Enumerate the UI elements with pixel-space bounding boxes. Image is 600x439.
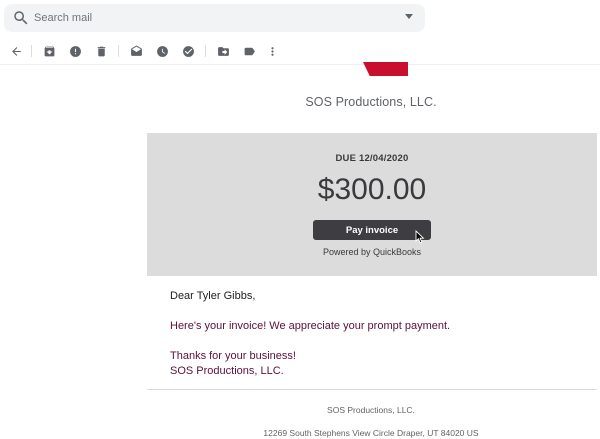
invoice-panel: DUE 12/04/2020 $300.00 Pay invoice Power… bbox=[147, 133, 597, 276]
signature: SOS Productions, LLC. bbox=[170, 365, 284, 377]
invoice-amount: $300.00 bbox=[317, 173, 427, 206]
email-message: Dear Tyler Gibbs, Here's your invoice! W… bbox=[170, 289, 590, 379]
back-arrow-icon[interactable] bbox=[7, 42, 25, 60]
search-input[interactable] bbox=[34, 8, 394, 28]
label-icon[interactable] bbox=[240, 42, 258, 60]
company-header: SOS Productions, LLC. bbox=[305, 95, 437, 109]
search-options-caret-down-icon[interactable] bbox=[405, 14, 413, 19]
toolbar-divider bbox=[0, 64, 600, 65]
pay-invoice-button[interactable]: Pay invoice bbox=[313, 220, 431, 240]
closing: Thanks for your business! bbox=[170, 350, 296, 362]
search-icon[interactable] bbox=[12, 9, 30, 27]
footer-company: SOS Productions, LLC. bbox=[327, 405, 415, 415]
toolbar-separator bbox=[31, 45, 32, 57]
snooze-icon[interactable] bbox=[153, 42, 171, 60]
toolbar-separator bbox=[118, 45, 119, 57]
add-task-icon[interactable] bbox=[179, 42, 197, 60]
message-toolbar bbox=[0, 38, 600, 64]
powered-by-text: Powered by QuickBooks bbox=[322, 247, 422, 257]
footer-address: 12269 South Stephens View Circle Draper,… bbox=[263, 428, 479, 438]
message-body: Here's your invoice! We appreciate your … bbox=[170, 320, 451, 332]
company-logo-icon bbox=[363, 62, 408, 76]
footer-divider bbox=[147, 389, 597, 390]
archive-icon[interactable] bbox=[40, 42, 58, 60]
more-vert-icon[interactable] bbox=[263, 42, 281, 60]
greeting: Dear Tyler Gibbs, bbox=[170, 290, 256, 302]
mark-unread-icon[interactable] bbox=[127, 42, 145, 60]
move-to-folder-icon[interactable] bbox=[214, 42, 232, 60]
report-spam-icon[interactable] bbox=[66, 42, 84, 60]
due-date: DUE 12/04/2020 bbox=[335, 153, 409, 164]
toolbar-separator bbox=[205, 45, 206, 57]
search-bar[interactable] bbox=[4, 4, 425, 32]
mouse-cursor-icon bbox=[415, 230, 425, 244]
trash-icon[interactable] bbox=[92, 42, 110, 60]
